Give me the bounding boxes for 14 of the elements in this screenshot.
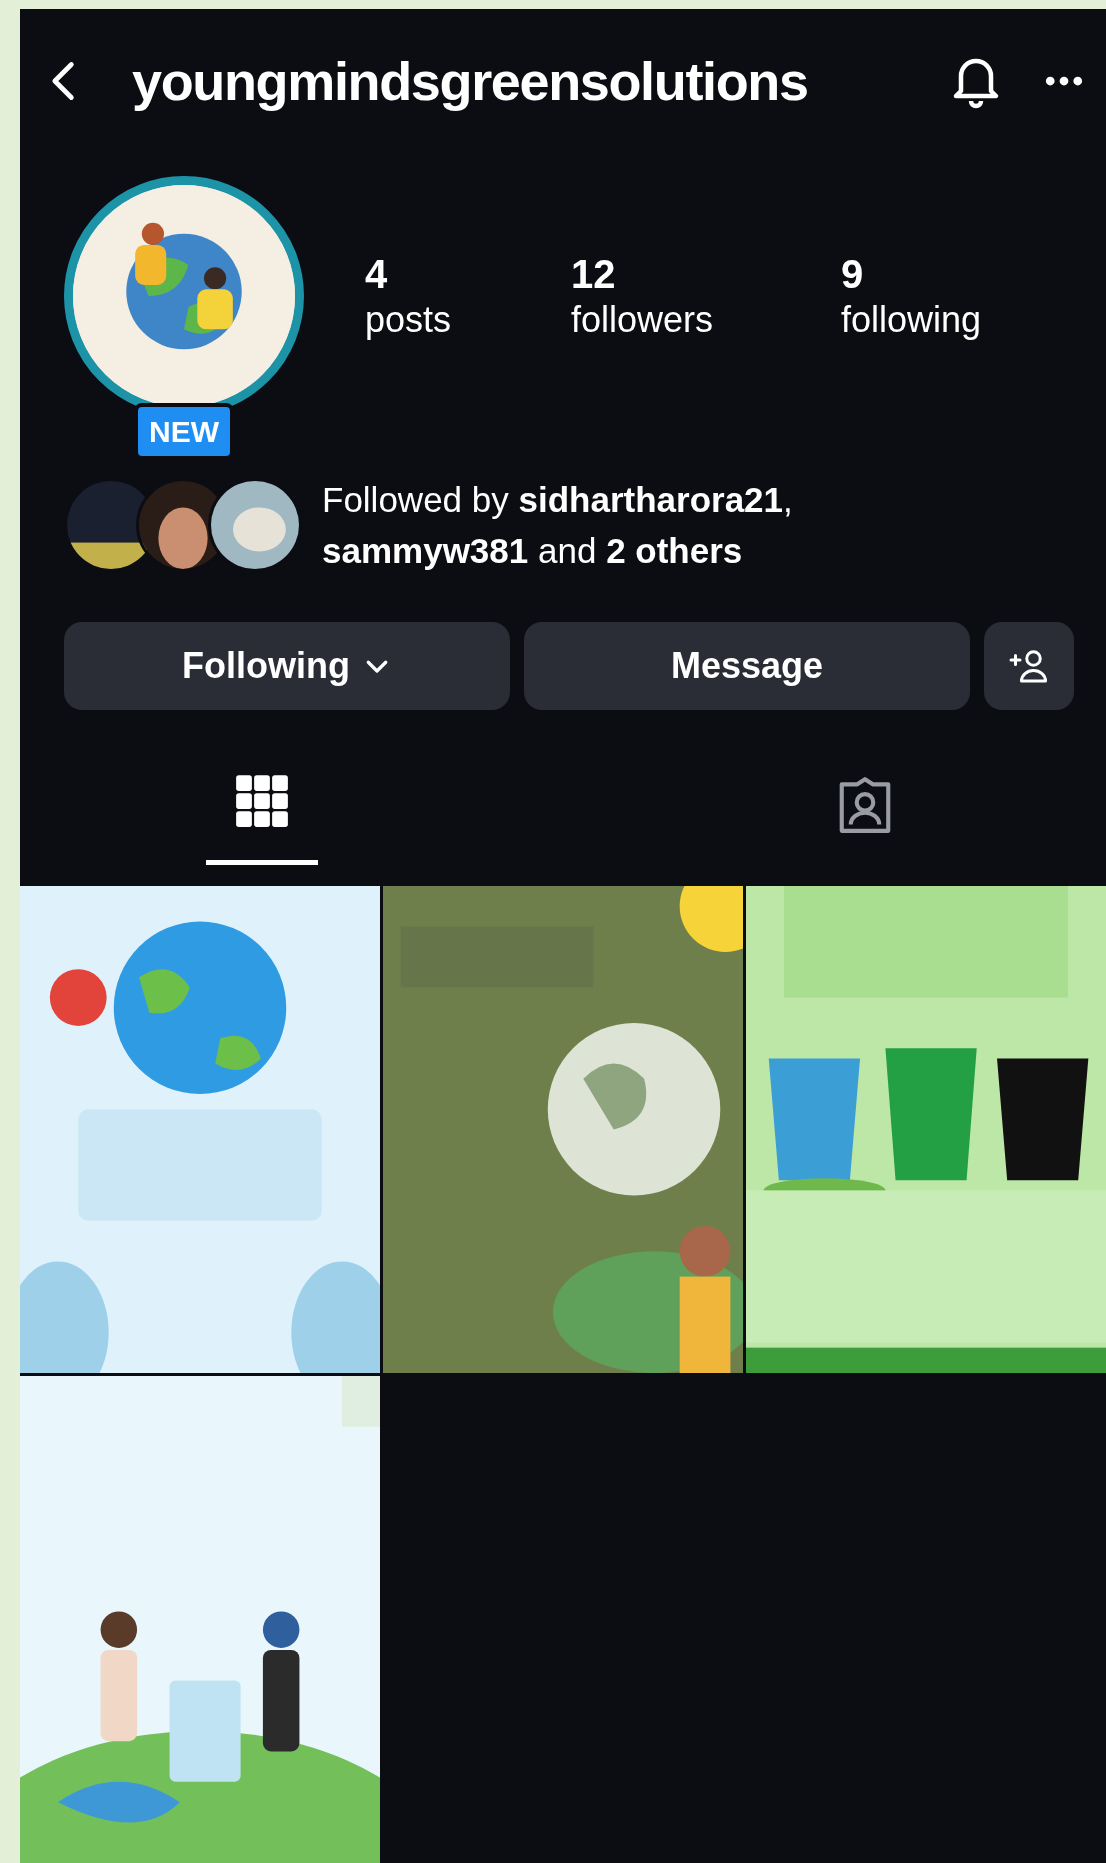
add-person-button[interactable] [984, 622, 1074, 710]
more-icon[interactable] [1044, 76, 1084, 87]
following-button[interactable]: Following [64, 622, 510, 710]
stat-count: 12 [571, 251, 617, 299]
stat-count: 9 [841, 251, 865, 299]
stat-label: posts [365, 298, 453, 342]
add-person-icon [1008, 648, 1050, 684]
stat-label: following [841, 298, 983, 342]
stat-label: followers [571, 298, 715, 342]
username: youngmindsgreensolutions [132, 49, 808, 113]
message-button[interactable]: Message [524, 622, 970, 710]
grid-icon [234, 774, 289, 828]
stat-count: 4 [365, 251, 389, 299]
followed-by-text: Followed by sidhartharora21, sammyw381 and 2 others [322, 479, 794, 572]
